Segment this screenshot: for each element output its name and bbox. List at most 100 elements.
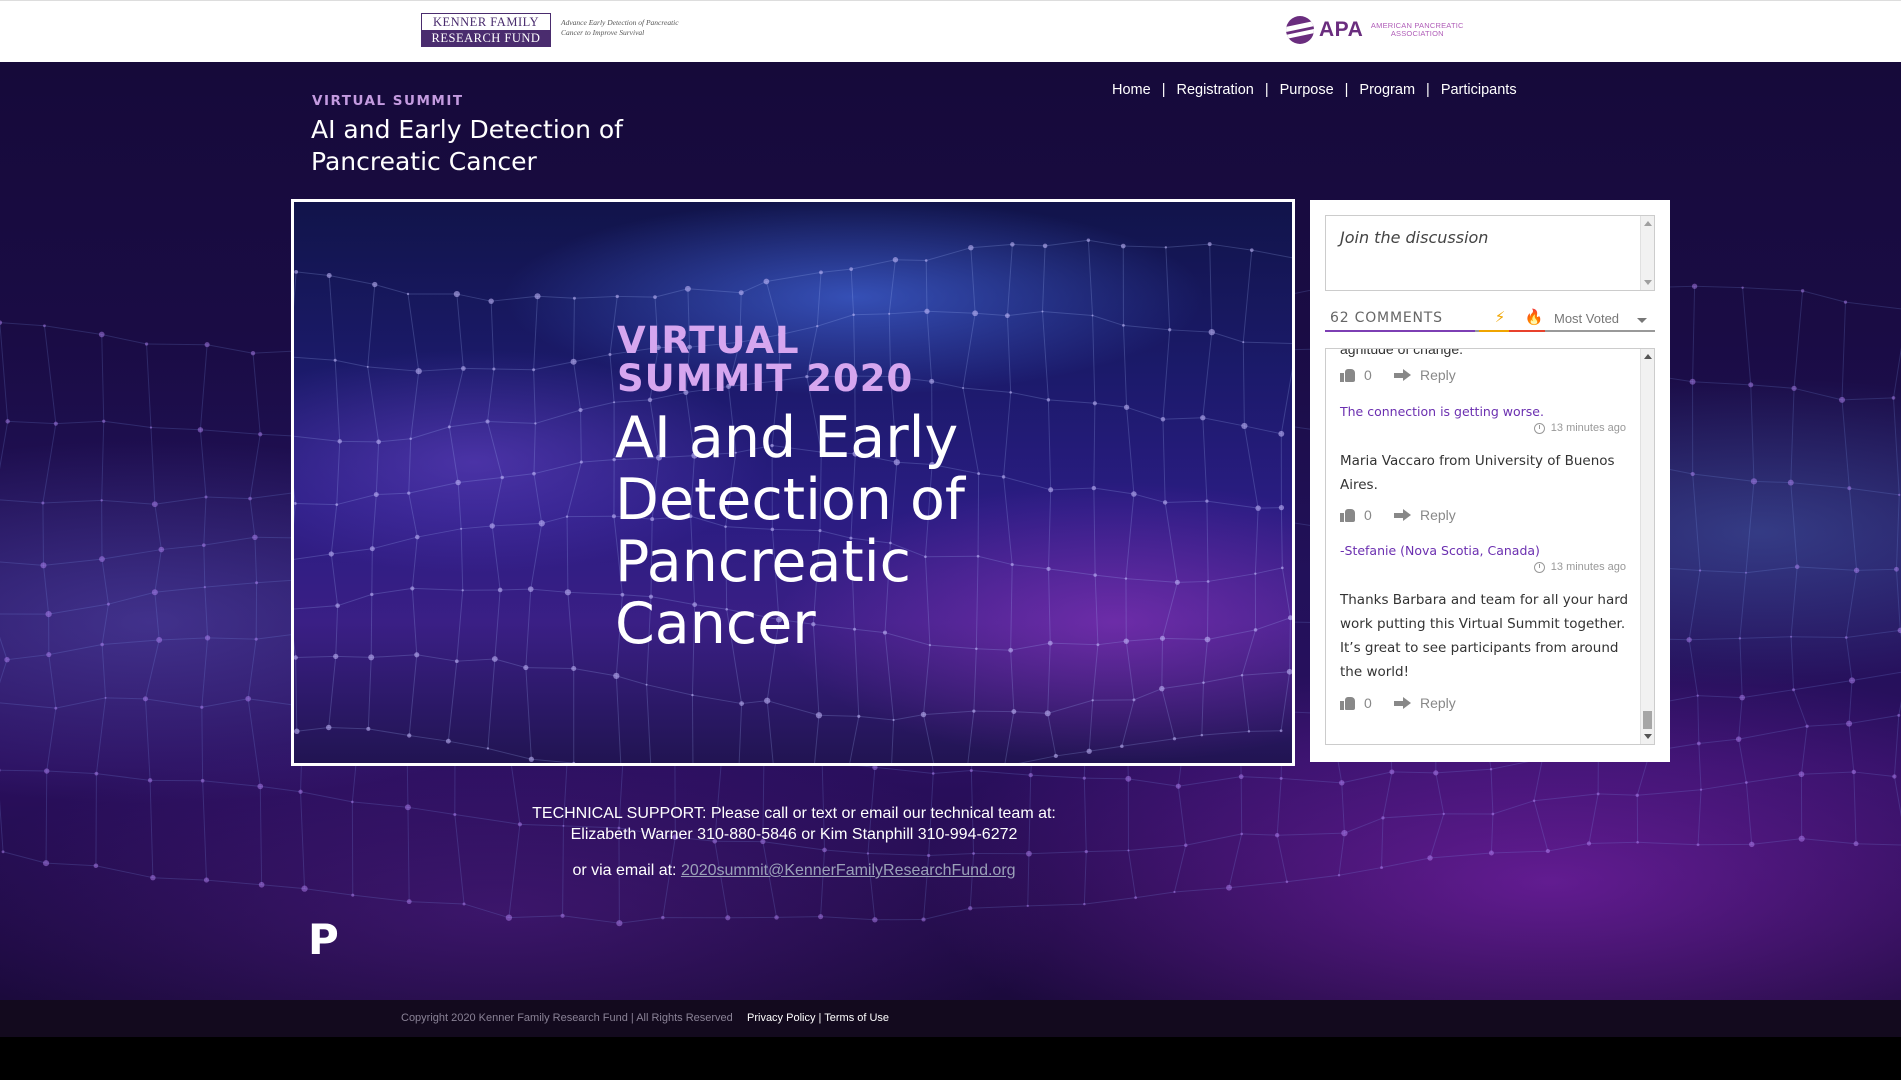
privacy-policy-link[interactable]: Privacy Policy <box>747 1012 815 1024</box>
nav-program[interactable]: Program <box>1359 82 1415 98</box>
mesh-dot <box>1164 246 1168 249</box>
scroll-down-icon[interactable] <box>1644 734 1652 739</box>
mesh-line <box>1848 680 1853 724</box>
comment-author[interactable]: The connection is getting worse. <box>1340 404 1544 419</box>
chevron-down-icon[interactable] <box>1637 318 1647 323</box>
mesh-dot <box>201 543 206 548</box>
nav-participants[interactable]: Participants <box>1441 82 1517 98</box>
reply-arrow-icon[interactable] <box>1394 369 1412 381</box>
scroll-up-icon[interactable] <box>1644 221 1652 226</box>
mesh-dot <box>1339 780 1345 786</box>
mesh-line <box>460 528 464 591</box>
mesh-line <box>573 668 617 677</box>
mesh-line <box>1745 566 1798 574</box>
mesh-line <box>154 496 207 505</box>
mesh-line <box>1848 488 1858 571</box>
mesh-line <box>1088 239 1124 247</box>
reply-arrow-icon[interactable] <box>1394 509 1412 521</box>
scroll-down-icon[interactable] <box>1644 280 1652 285</box>
mesh-line <box>1281 567 1291 618</box>
video-player[interactable]: VIRTUAL SUMMIT 2020 AI and Early Detecti… <box>291 199 1295 766</box>
mesh-line <box>1742 287 1752 385</box>
mesh-line <box>161 544 204 551</box>
mesh-dot <box>818 914 824 920</box>
mesh-line <box>1048 568 1096 576</box>
mesh-line <box>144 639 160 699</box>
nav-home[interactable]: Home <box>1112 82 1151 98</box>
reply-arrow-icon[interactable] <box>1394 697 1412 709</box>
mesh-dot <box>255 581 259 585</box>
mesh-line <box>296 727 329 732</box>
mesh-dot <box>245 695 251 702</box>
apa-logo[interactable]: APA AMERICAN PANCREATIC ASSOCIATION <box>1286 16 1465 44</box>
mesh-line <box>1088 700 1094 752</box>
mesh-line <box>55 697 106 709</box>
mesh-line <box>614 399 651 403</box>
mesh-dot <box>372 281 378 288</box>
mesh-line <box>1534 793 1599 802</box>
mesh-line <box>330 553 339 606</box>
mesh-line <box>1097 640 1127 646</box>
mesh-line <box>1738 725 1808 740</box>
mesh-line <box>371 654 417 658</box>
comment-author[interactable]: -Stefanie (Nova Scotia, Canada) <box>1340 543 1540 558</box>
fire-icon[interactable]: 🔥 <box>1521 308 1547 330</box>
mesh-dot <box>1124 577 1128 580</box>
mesh-line <box>417 528 462 538</box>
mesh-dot <box>1699 788 1703 791</box>
mesh-line <box>300 791 353 803</box>
mesh-dot <box>100 642 104 647</box>
mesh-line <box>201 707 204 781</box>
mesh-line <box>1248 730 1282 732</box>
mesh-dot <box>44 768 50 774</box>
scrollbar-thumb[interactable] <box>1643 711 1652 729</box>
mesh-line <box>1089 745 1122 752</box>
kenner-family-logo[interactable]: KENNER FAMILY RESEARCH FUND Advance Earl… <box>421 13 691 47</box>
bolt-icon[interactable]: ⚡ <box>1487 308 1513 330</box>
mesh-line <box>1793 689 1808 727</box>
mesh-line <box>891 720 895 763</box>
mesh-dot <box>1286 668 1292 675</box>
comment-input[interactable]: Join the discussion <box>1325 215 1655 291</box>
mesh-line <box>331 548 373 555</box>
thumbs-up-icon[interactable] <box>1340 696 1356 710</box>
mesh-line <box>970 247 976 314</box>
mesh-line <box>1093 487 1134 495</box>
mesh-line <box>567 592 575 669</box>
summit-title: AI and Early Detection of Pancreatic Can… <box>311 115 623 176</box>
comment-thread-scrollbar[interactable] <box>1640 349 1654 744</box>
mesh-line <box>150 426 201 431</box>
mesh-line <box>1209 243 1252 251</box>
nav-registration[interactable]: Registration <box>1176 82 1253 98</box>
thumbs-up-icon[interactable] <box>1340 508 1356 522</box>
mesh-dot <box>1120 744 1124 748</box>
mesh-dot <box>335 603 340 608</box>
mesh-line <box>1048 489 1052 569</box>
mesh-line <box>1491 850 1548 854</box>
mesh-line <box>1050 487 1094 491</box>
reply-button[interactable]: Reply <box>1420 695 1456 711</box>
mesh-line <box>449 421 488 428</box>
mesh-dot <box>1427 855 1433 861</box>
mesh-line <box>1797 566 1857 571</box>
mesh-line <box>330 504 338 555</box>
reply-button[interactable]: Reply <box>1420 507 1456 523</box>
mesh-line <box>1207 629 1256 640</box>
mesh-line <box>416 654 457 662</box>
nav-purpose[interactable]: Purpose <box>1280 82 1334 98</box>
reply-button[interactable]: Reply <box>1420 367 1456 383</box>
mesh-line <box>580 410 582 463</box>
support-email-link[interactable]: 2020summit@KennerFamilyResearchFund.org <box>681 862 1016 879</box>
scroll-up-icon[interactable] <box>1644 354 1652 359</box>
sort-select[interactable]: Most Voted <box>1554 311 1619 326</box>
mesh-line <box>1133 493 1166 503</box>
footer-links: Privacy Policy | Terms of Use <box>747 1012 889 1024</box>
mesh-dot <box>1120 243 1126 249</box>
mesh-line <box>1228 881 1287 889</box>
mesh-line <box>294 553 332 560</box>
terms-of-use-link[interactable]: Terms of Use <box>824 1012 889 1024</box>
comment-input-scrollbar[interactable] <box>1640 216 1654 290</box>
mesh-dot <box>1 850 5 854</box>
thumbs-up-icon[interactable] <box>1340 368 1356 382</box>
comment-text-cut: agnitude of change. <box>1340 348 1463 357</box>
